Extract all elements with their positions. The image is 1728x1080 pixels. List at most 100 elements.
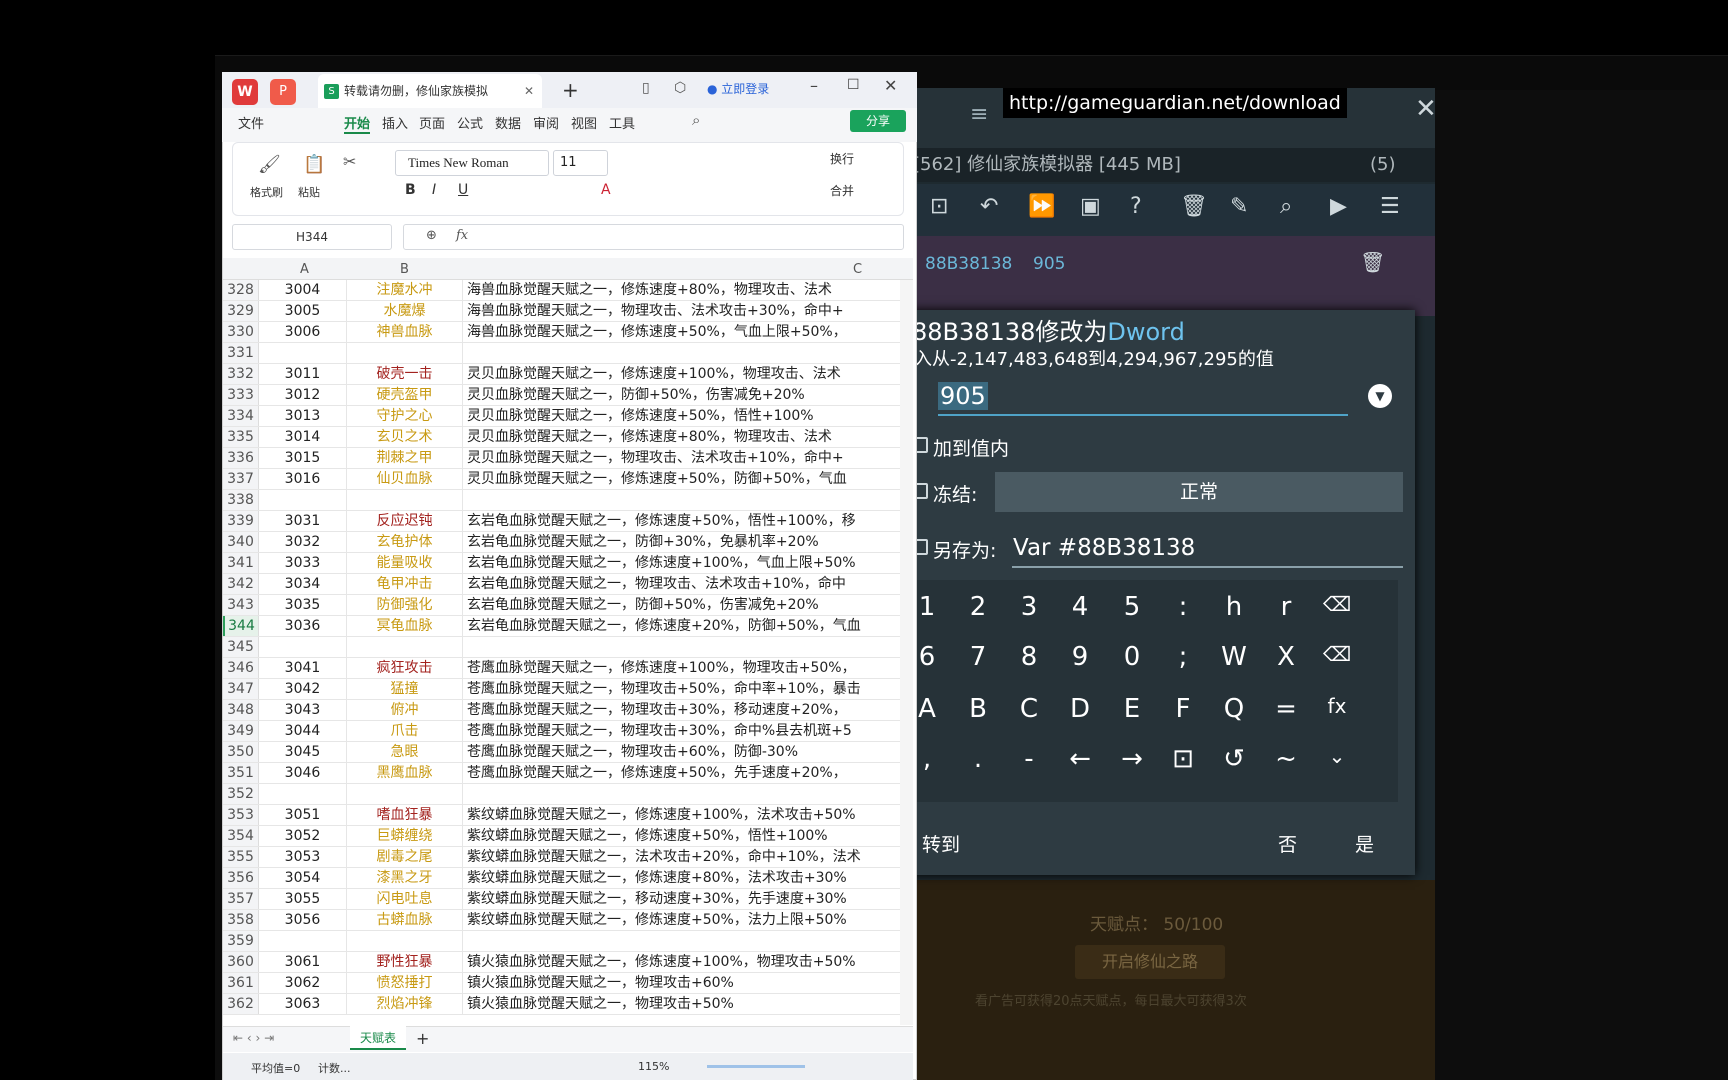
row-number[interactable]: 335 [223, 427, 259, 447]
formula-bar[interactable]: ⊕ fx [403, 224, 904, 250]
cell-a[interactable] [259, 931, 347, 951]
row-number[interactable]: 341 [223, 553, 259, 573]
key-1-4[interactable]: 0 [1108, 642, 1156, 672]
minimize-icon[interactable]: – [810, 76, 818, 95]
cell-c[interactable]: 玄岩龟血脉觉醒天赋之一，物理攻击、法术攻击+10%，命中 [463, 574, 900, 594]
cell-a[interactable]: 3016 [259, 469, 347, 489]
row-number[interactable]: 340 [223, 532, 259, 552]
wrap-text-button[interactable]: 换行 [830, 150, 854, 167]
wps-logo-icon[interactable]: W [232, 79, 258, 105]
cell-b[interactable] [347, 931, 463, 951]
menu-view[interactable]: 视图 [571, 113, 597, 132]
cell-c[interactable]: 海兽血脉觉醒天赋之一，修炼速度+50%，气血上限+50%， [463, 322, 900, 342]
row-number[interactable]: 357 [223, 889, 259, 909]
cell-c[interactable]: 玄岩龟血脉觉醒天赋之一，修炼速度+20%，防御+50%，气血 [463, 616, 900, 636]
cell-a[interactable] [259, 637, 347, 657]
cell-c[interactable]: 紫纹蟒血脉觉醒天赋之一，修炼速度+80%，法术攻击+30% [463, 868, 900, 888]
cell-c[interactable]: 苍鹰血脉觉醒天赋之一，物理攻击+30%，命中%县去机斑+5 [463, 721, 900, 741]
gg-process-label[interactable]: [562] 修仙家族模拟器 [445 MB] [905, 148, 1435, 182]
save-as-input[interactable]: Var #88B38138 [1012, 528, 1403, 568]
yes-button[interactable]: 是 [1355, 830, 1374, 857]
cell-c[interactable]: 镇火猿血脉觉醒天赋之一，修炼速度+100%，物理攻击+50% [463, 952, 900, 972]
row-number[interactable]: 342 [223, 574, 259, 594]
key-3-5[interactable]: ⊡ [1159, 744, 1207, 774]
cell-c[interactable]: 灵贝血脉觉醒天赋之一，物理攻击、法术攻击+10%，命中+ [463, 448, 900, 468]
cell-a[interactable]: 3006 [259, 322, 347, 342]
cell-b[interactable]: 漆黑之牙 [347, 868, 463, 888]
delete-icon[interactable]: 🗑 [1180, 194, 1208, 219]
cell-b[interactable] [347, 637, 463, 657]
fx-icon[interactable]: fx [456, 228, 468, 243]
search-menu-icon[interactable]: ⌕ [692, 111, 700, 129]
cell-a[interactable]: 3014 [259, 427, 347, 447]
cell-b[interactable]: 古蟒血脉 [347, 910, 463, 930]
cell-a[interactable]: 3032 [259, 532, 347, 552]
key-1-8[interactable]: ⌫ [1313, 642, 1361, 666]
cell-b[interactable]: 玄龟护体 [347, 532, 463, 552]
zoom-slider[interactable] [707, 1065, 805, 1068]
status-count[interactable]: 计数... [318, 1060, 351, 1076]
cell-c[interactable] [463, 784, 900, 804]
key-2-8[interactable]: fx [1313, 694, 1361, 718]
cell-c[interactable]: 灵贝血脉觉醒天赋之一，修炼速度+50%，悟性+100% [463, 406, 900, 426]
menu-review[interactable]: 审阅 [533, 113, 559, 132]
cell-c[interactable]: 紫纹蟒血脉觉醒天赋之一，修炼速度+50%，悟性+100% [463, 826, 900, 846]
menu-tools[interactable]: 工具 [609, 113, 635, 132]
new-tab-icon[interactable]: + [562, 78, 579, 102]
fast-forward-icon[interactable]: ⏩ [1028, 194, 1055, 219]
cell-c[interactable]: 玄岩龟血脉觉醒天赋之一，防御+30%，免暴机率+20% [463, 532, 900, 552]
key-1-3[interactable]: 9 [1056, 642, 1104, 672]
start-cultivation-button[interactable]: 开启修仙之路 [1075, 945, 1225, 979]
cell-a[interactable]: 3033 [259, 553, 347, 573]
cell-c[interactable]: 镇火猿血脉觉醒天赋之一，物理攻击+50% [463, 994, 900, 1014]
row-number[interactable]: 336 [223, 448, 259, 468]
cell-a[interactable]: 3043 [259, 700, 347, 720]
cell-c[interactable]: 镇火猿血脉觉醒天赋之一，物理攻击+60% [463, 973, 900, 993]
font-name-select[interactable]: Times New Roman [395, 150, 549, 176]
cell-a[interactable]: 3036 [259, 616, 347, 636]
cell-b[interactable]: 急眼 [347, 742, 463, 762]
row-number[interactable]: 361 [223, 973, 259, 993]
zoom-formula-icon[interactable]: ⊕ [426, 228, 437, 243]
format-painter-label[interactable]: 格式刷 [250, 184, 283, 200]
row-number[interactable]: 352 [223, 784, 259, 804]
tab-close-icon[interactable]: ✕ [524, 74, 534, 108]
row-number[interactable]: 355 [223, 847, 259, 867]
chevron-down-icon[interactable]: ▼ [1368, 384, 1392, 408]
cell-b[interactable]: 反应迟钝 [347, 511, 463, 531]
column-header-b[interactable]: B [400, 262, 409, 277]
key-2-5[interactable]: F [1159, 694, 1207, 724]
row-number[interactable]: 331 [223, 343, 259, 363]
add-sheet-icon[interactable]: + [416, 1029, 429, 1048]
cell-c[interactable]: 灵贝血脉觉醒天赋之一，防御+50%，伤害减免+20% [463, 385, 900, 405]
row-number[interactable]: 338 [223, 490, 259, 510]
cell-b[interactable]: 荆棘之甲 [347, 448, 463, 468]
save-icon[interactable]: ▣ [1080, 194, 1101, 219]
row-number[interactable]: 358 [223, 910, 259, 930]
cell-a[interactable]: 3061 [259, 952, 347, 972]
cell-b[interactable]: 黑鹰血脉 [347, 763, 463, 783]
key-0-7[interactable]: r [1262, 592, 1310, 622]
italic-icon[interactable]: I [432, 182, 436, 198]
key-3-8[interactable]: ⌄ [1313, 744, 1361, 768]
cell-c[interactable]: 苍鹰血脉觉醒天赋之一，物理攻击+30%，移动速度+20%， [463, 700, 900, 720]
cell-b[interactable]: 守护之心 [347, 406, 463, 426]
cell-a[interactable] [259, 490, 347, 510]
row-number[interactable]: 333 [223, 385, 259, 405]
paste-icon[interactable]: 📋 [303, 154, 325, 175]
cell-c[interactable]: 紫纹蟒血脉觉醒天赋之一，修炼速度+50%，法力上限+50% [463, 910, 900, 930]
menu-formula[interactable]: 公式 [457, 113, 483, 132]
play-icon[interactable]: ▶ [1330, 194, 1347, 219]
row-number[interactable]: 332 [223, 364, 259, 384]
cell-b[interactable]: 烈焰冲锋 [347, 994, 463, 1014]
maximize-icon[interactable]: ☐ [847, 77, 860, 93]
cell-b[interactable]: 愤怒捶打 [347, 973, 463, 993]
row-number[interactable]: 362 [223, 994, 259, 1014]
share-button[interactable]: 分享 [850, 110, 906, 132]
cell-c[interactable]: 灵贝血脉觉醒天赋之一，修炼速度+80%，物理攻击、法术 [463, 427, 900, 447]
cell-a[interactable]: 3034 [259, 574, 347, 594]
cell-b[interactable]: 嗜血狂暴 [347, 805, 463, 825]
row-number[interactable]: 360 [223, 952, 259, 972]
cell-b[interactable] [347, 343, 463, 363]
zoom-level[interactable]: 115% [638, 1060, 669, 1073]
